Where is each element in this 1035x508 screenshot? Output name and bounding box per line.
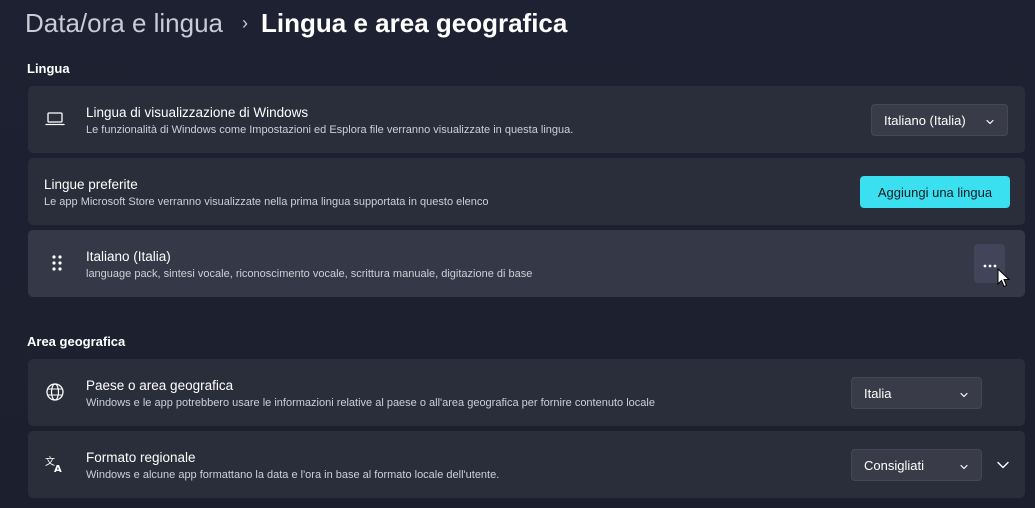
preferred-languages-card: Lingue preferite Le app Microsoft Store … — [28, 158, 1025, 225]
country-dropdown[interactable]: Italia — [851, 377, 982, 409]
page-title: Lingua e area geografica — [261, 7, 568, 38]
country-description: Windows e le app potrebbero usare le inf… — [86, 397, 655, 409]
regional-format-dropdown[interactable]: Consigliati — [851, 449, 982, 481]
display-language-card: Lingua di visualizzazione di Windows Le … — [28, 86, 1025, 153]
display-language-selected: Italiano (Italia) — [884, 112, 966, 128]
breadcrumb-separator: › — [242, 12, 249, 33]
regional-format-title: Formato regionale — [86, 450, 196, 465]
language-item-italiano[interactable]: Italiano (Italia) language pack, sintesi… — [28, 230, 1025, 297]
country-selected: Italia — [864, 385, 892, 401]
display-language-dropdown[interactable]: Italiano (Italia) — [871, 104, 1008, 136]
language-format-icon: 文 A — [44, 453, 66, 475]
preferred-languages-title: Lingue preferite — [44, 177, 138, 192]
more-options-icon — [983, 255, 997, 273]
section-title-language: Lingua — [27, 61, 70, 76]
drag-handle-icon[interactable] — [46, 252, 68, 274]
breadcrumb-parent-link[interactable]: Data/ora e lingua — [25, 8, 223, 39]
display-language-description: Le funzionalità di Windows come Impostaz… — [86, 124, 574, 136]
chevron-down-icon — [985, 115, 995, 130]
section-title-region: Area geografica — [27, 334, 126, 349]
language-item-title: Italiano (Italia) — [86, 249, 171, 264]
language-item-description: language pack, sintesi vocale, riconosci… — [86, 268, 533, 280]
country-card: Paese o area geografica Windows e le app… — [28, 359, 1025, 426]
svg-text:A: A — [54, 464, 62, 474]
expand-chevron-icon[interactable] — [996, 458, 1010, 477]
country-title: Paese o area geografica — [86, 378, 234, 393]
globe-icon — [44, 381, 66, 403]
mouse-cursor-icon — [997, 268, 1011, 288]
add-language-button[interactable]: Aggiungi una lingua — [860, 176, 1010, 208]
chevron-down-icon — [959, 388, 969, 403]
preferred-languages-description: Le app Microsoft Store verranno visualiz… — [44, 196, 489, 208]
regional-format-description: Windows e alcune app formattano la data … — [86, 469, 500, 481]
regional-format-card[interactable]: 文 A Formato regionale Windows e alcune a… — [28, 431, 1025, 498]
display-language-title: Lingua di visualizzazione di Windows — [86, 105, 309, 120]
laptop-icon — [44, 108, 66, 130]
breadcrumb: Data/ora e lingua › Lingua e area geogra… — [25, 6, 567, 40]
regional-format-selected: Consigliati — [864, 457, 924, 473]
chevron-down-icon — [959, 460, 969, 475]
settings-page: Data/ora e lingua › Lingua e area geogra… — [0, 0, 1035, 508]
